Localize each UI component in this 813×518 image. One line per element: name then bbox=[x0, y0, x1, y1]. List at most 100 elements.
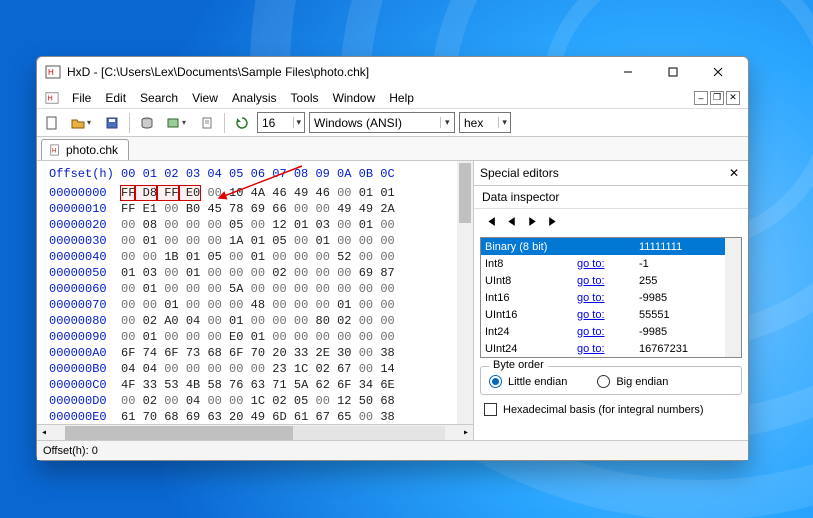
hex-row[interactable]: 00000050 01 03 00 01 00 00 00 02 00 00 0… bbox=[49, 265, 473, 281]
hex-bytes[interactable]: 4F 33 53 4B 58 76 63 71 5A 62 6F 34 6E bbox=[121, 377, 395, 393]
hex-bytes[interactable]: 6F 74 6F 73 68 6F 70 20 33 2E 30 00 38 bbox=[121, 345, 395, 361]
hex-selected-byte[interactable]: FF bbox=[121, 186, 135, 200]
bytes-per-row-combo[interactable]: ▾ bbox=[257, 112, 305, 133]
inspector-goto[interactable]: go to: bbox=[577, 326, 635, 338]
hex-horizontal-scrollbar[interactable]: ◂▸ bbox=[37, 424, 473, 440]
menu-file[interactable]: File bbox=[65, 89, 98, 107]
inspector-goto[interactable]: go to: bbox=[577, 309, 635, 321]
hex-row[interactable]: 000000D0 00 02 00 04 00 00 1C 02 05 00 1… bbox=[49, 393, 473, 409]
menu-tools[interactable]: Tools bbox=[284, 89, 326, 107]
hex-vertical-scrollbar[interactable] bbox=[457, 161, 473, 424]
inspector-scrollbar[interactable] bbox=[725, 238, 741, 357]
data-inspector-table[interactable]: Binary (8 bit)11111111Int8go to:-1UInt8g… bbox=[480, 237, 742, 358]
inspector-goto[interactable]: go to: bbox=[577, 343, 635, 355]
inspector-row[interactable]: Int24go to:-9985 bbox=[481, 323, 725, 340]
maximize-button[interactable] bbox=[650, 58, 695, 86]
hex-selected-byte[interactable]: D8 bbox=[135, 186, 157, 200]
hex-bytes[interactable]: 01 03 00 01 00 00 00 02 00 00 00 69 87 bbox=[121, 265, 395, 281]
hex-address: 00000090 bbox=[49, 329, 121, 345]
nav-prev-button[interactable] bbox=[505, 215, 518, 231]
close-button[interactable] bbox=[695, 58, 740, 86]
hex-row[interactable]: 000000B0 04 04 00 00 00 00 00 23 1C 02 6… bbox=[49, 361, 473, 377]
inspector-type: Int8 bbox=[481, 258, 577, 270]
hex-row[interactable]: 00000070 00 00 01 00 00 00 48 00 00 00 0… bbox=[49, 297, 473, 313]
inspector-row[interactable]: Int8go to:-1 bbox=[481, 255, 725, 272]
special-editors-panel: Special editors ✕ Data inspector Binary … bbox=[473, 161, 748, 440]
encoding-input[interactable] bbox=[310, 116, 440, 130]
hex-row[interactable]: 00000090 00 01 00 00 00 E0 01 00 00 00 0… bbox=[49, 329, 473, 345]
hex-row[interactable]: 00000080 00 02 A0 04 00 01 00 00 00 80 0… bbox=[49, 313, 473, 329]
hex-bytes[interactable]: 61 70 68 69 63 20 49 6D 61 67 65 00 38 bbox=[121, 409, 395, 424]
inspector-goto[interactable]: go to: bbox=[577, 275, 635, 287]
inspector-row[interactable]: Binary (8 bit)11111111 bbox=[481, 238, 725, 255]
mdi-close-button[interactable]: ✕ bbox=[726, 91, 740, 105]
inspector-value: 255 bbox=[635, 275, 725, 287]
hex-bytes[interactable]: FF E1 00 B0 45 78 69 66 00 00 49 49 2A bbox=[121, 201, 395, 217]
inspector-row[interactable]: Int16go to:-9985 bbox=[481, 289, 725, 306]
save-button[interactable] bbox=[101, 112, 123, 134]
menu-view[interactable]: View bbox=[185, 89, 225, 107]
menubar: H File Edit Search View Analysis Tools W… bbox=[37, 87, 748, 109]
hex-row[interactable]: 00000000 FF D8 FF E0 00 10 4A 46 49 46 0… bbox=[49, 185, 473, 201]
number-format-input[interactable] bbox=[460, 116, 498, 130]
hex-row[interactable]: 00000020 00 08 00 00 00 05 00 12 01 03 0… bbox=[49, 217, 473, 233]
hex-bytes[interactable]: 04 04 00 00 00 00 00 23 1C 02 67 00 14 bbox=[121, 361, 395, 377]
disk-icon[interactable] bbox=[136, 112, 158, 134]
hex-row[interactable]: 00000060 00 01 00 00 00 5A 00 00 00 00 0… bbox=[49, 281, 473, 297]
inspector-goto[interactable]: go to: bbox=[577, 292, 635, 304]
hex-bytes[interactable]: 00 00 01 00 00 00 48 00 00 00 01 00 00 bbox=[121, 297, 395, 313]
hex-row[interactable]: 00000010 FF E1 00 B0 45 78 69 66 00 00 4… bbox=[49, 201, 473, 217]
nav-last-button[interactable] bbox=[547, 215, 560, 231]
number-format-combo[interactable]: ▾ bbox=[459, 112, 511, 133]
refresh-icon[interactable] bbox=[231, 112, 253, 134]
inspector-row[interactable]: UInt8go to:255 bbox=[481, 272, 725, 289]
hex-bytes[interactable]: 00 01 00 00 00 E0 01 00 00 00 00 00 00 bbox=[121, 329, 395, 345]
radio-big-endian[interactable]: Big endian bbox=[597, 375, 668, 388]
hex-editor[interactable]: Offset(h) 00 01 02 03 04 05 06 07 08 09 … bbox=[37, 161, 473, 440]
hex-bytes[interactable]: 00 01 00 00 00 5A 00 00 00 00 00 00 00 bbox=[121, 281, 395, 297]
bytes-per-row-input[interactable] bbox=[258, 116, 293, 130]
inspector-row[interactable]: UInt24go to:16767231 bbox=[481, 340, 725, 357]
hex-address: 00000060 bbox=[49, 281, 121, 297]
menu-window[interactable]: Window bbox=[326, 89, 383, 107]
hex-bytes[interactable]: 00 02 A0 04 00 01 00 00 00 80 02 00 00 bbox=[121, 313, 395, 329]
memory-icon[interactable]: ▾ bbox=[162, 112, 192, 134]
new-button[interactable] bbox=[41, 112, 63, 134]
encoding-combo[interactable]: ▾ bbox=[309, 112, 455, 133]
hex-bytes[interactable]: 00 01 00 00 00 1A 01 05 00 01 00 00 00 bbox=[121, 233, 395, 249]
hex-bytes[interactable]: FF D8 FF E0 00 10 4A 46 49 46 00 01 01 bbox=[121, 185, 395, 201]
inspector-type: Int24 bbox=[481, 326, 577, 338]
hex-row[interactable]: 000000A0 6F 74 6F 73 68 6F 70 20 33 2E 3… bbox=[49, 345, 473, 361]
tab-photo-chk[interactable]: H photo.chk bbox=[41, 139, 129, 160]
hex-row[interactable]: 000000C0 4F 33 53 4B 58 76 63 71 5A 62 6… bbox=[49, 377, 473, 393]
hex-selected-byte[interactable]: FF bbox=[157, 186, 179, 200]
panel-close-button[interactable]: ✕ bbox=[726, 165, 742, 181]
nav-next-button[interactable] bbox=[526, 215, 539, 231]
mdi-minimize-button[interactable]: – bbox=[694, 91, 708, 105]
mdi-restore-button[interactable]: ❐ bbox=[710, 91, 724, 105]
menu-edit[interactable]: Edit bbox=[98, 89, 133, 107]
nav-first-button[interactable] bbox=[484, 215, 497, 231]
hex-basis-checkbox[interactable]: Hexadecimal basis (for integral numbers) bbox=[474, 399, 748, 422]
menu-analysis[interactable]: Analysis bbox=[225, 89, 284, 107]
inspector-type: UInt24 bbox=[481, 343, 577, 355]
hex-bytes[interactable]: 00 00 1B 01 05 00 01 00 00 00 52 00 00 bbox=[121, 249, 395, 265]
hex-row[interactable]: 000000E0 61 70 68 69 63 20 49 6D 61 67 6… bbox=[49, 409, 473, 424]
menu-help[interactable]: Help bbox=[382, 89, 421, 107]
titlebar[interactable]: H HxD - [C:\Users\Lex\Documents\Sample F… bbox=[37, 57, 748, 87]
menu-search[interactable]: Search bbox=[133, 89, 185, 107]
inspector-row[interactable]: UInt16go to:55551 bbox=[481, 306, 725, 323]
hex-bytes[interactable]: 00 02 00 04 00 00 1C 02 05 00 12 50 68 bbox=[121, 393, 395, 409]
hex-address: 00000070 bbox=[49, 297, 121, 313]
radio-little-endian[interactable]: Little endian bbox=[489, 375, 567, 388]
open-button[interactable]: ▾ bbox=[67, 112, 97, 134]
document-icon[interactable] bbox=[196, 112, 218, 134]
hex-bytes[interactable]: 00 08 00 00 00 05 00 12 01 03 00 01 00 bbox=[121, 217, 395, 233]
hex-row[interactable]: 00000030 00 01 00 00 00 1A 01 05 00 01 0… bbox=[49, 233, 473, 249]
minimize-button[interactable] bbox=[605, 58, 650, 86]
statusbar: Offset(h): 0 bbox=[37, 440, 748, 460]
hex-address: 000000A0 bbox=[49, 345, 121, 361]
inspector-goto[interactable]: go to: bbox=[577, 258, 635, 270]
hex-row[interactable]: 00000040 00 00 1B 01 05 00 01 00 00 00 5… bbox=[49, 249, 473, 265]
hex-selected-byte[interactable]: E0 bbox=[179, 186, 201, 200]
